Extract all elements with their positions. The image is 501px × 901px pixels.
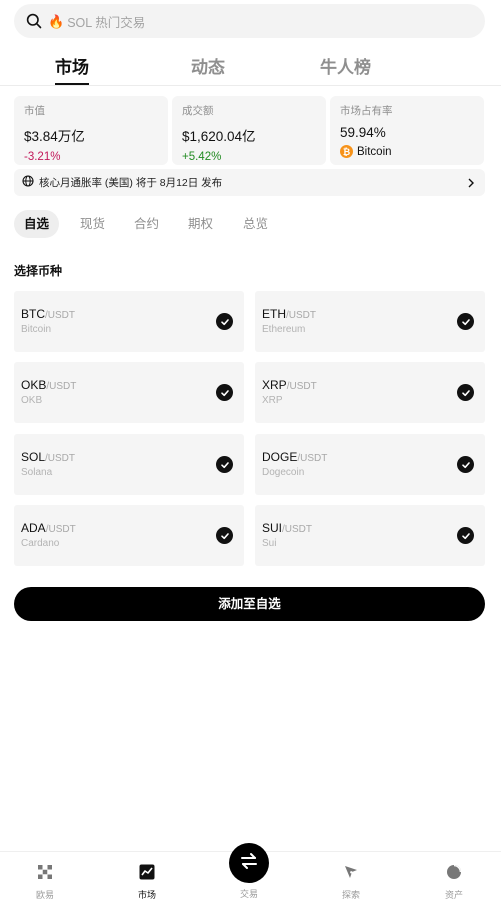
coin-pair: ETH/USDT (262, 307, 316, 321)
coin-name: Dogecoin (262, 467, 305, 478)
nav-item-assets[interactable]: 资产 (424, 852, 484, 901)
stat-change: +5.42% (182, 151, 222, 163)
nav-item-market[interactable]: 市场 (117, 852, 177, 901)
tab-leaderboard[interactable]: 牛人榜 (320, 53, 371, 78)
coin-card-sol[interactable]: SOL/USDT Solana (14, 434, 244, 495)
fire-icon: 🔥 (48, 13, 65, 29)
stat-label: 市值 (24, 105, 45, 117)
nav-item-okx[interactable]: 欧易 (15, 852, 75, 901)
okx-logo-icon (37, 864, 53, 880)
subtab-futures[interactable]: 合约 (134, 210, 159, 238)
check-icon[interactable] (457, 313, 474, 330)
nav-label: 资产 (444, 890, 463, 900)
coin-name: Ethereum (262, 324, 306, 335)
swap-icon (239, 851, 259, 876)
check-icon[interactable] (457, 456, 474, 473)
stat-card-volume[interactable]: 成交额 $1,620.04亿 +5.42% (172, 96, 326, 165)
stat-value: $3.84万亿 (24, 129, 85, 144)
notice-bar[interactable]: 核心月通胀率 (美国) 将于 8月12日 发布 (14, 169, 485, 196)
stat-value: 59.94% (340, 125, 386, 140)
search-bar[interactable]: 🔥 SOL 热门交易 (14, 4, 485, 38)
trade-button[interactable] (229, 843, 269, 883)
coin-name: Cardano (21, 538, 60, 549)
coin-name: Bitcoin (21, 324, 52, 335)
coin-card-ada[interactable]: ADA/USDT Cardano (14, 505, 244, 566)
search-icon (26, 13, 42, 29)
globe-icon (22, 174, 34, 192)
coin-card-okb[interactable]: OKB/USDT OKB (14, 362, 244, 423)
notice-text: 核心月通胀率 (美国) 将于 8月12日 发布 (39, 177, 223, 189)
subtab-options[interactable]: 期权 (188, 210, 213, 238)
stat-label: 市场占有率 (340, 105, 393, 117)
coin-pair: DOGE/USDT (262, 450, 328, 464)
coin-name: OKB (21, 395, 43, 406)
nav-item-explore[interactable]: 探索 (321, 852, 381, 901)
stat-label: 成交额 (182, 105, 214, 117)
stat-card-market-cap[interactable]: 市值 $3.84万亿 -3.21% (14, 96, 168, 165)
check-icon[interactable] (216, 384, 233, 401)
coin-card-btc[interactable]: BTC/USDT Bitcoin (14, 291, 244, 352)
coin-pair: ADA/USDT (21, 521, 76, 535)
coin-pair: BTC/USDT (21, 307, 75, 321)
pie-chart-icon (446, 864, 462, 880)
check-icon[interactable] (457, 527, 474, 544)
nav-label-trade: 交易 (239, 889, 258, 899)
nav-label: 市场 (137, 890, 156, 900)
nav-label: 探索 (341, 890, 360, 900)
dominance-coin: ₿ Bitcoin (340, 145, 484, 158)
active-tab-indicator (55, 83, 89, 85)
chevron-right-icon (467, 176, 475, 194)
subtab-spot[interactable]: 现货 (80, 210, 105, 238)
coin-name: Sui (262, 538, 277, 549)
coin-pair: SUI/USDT (262, 521, 313, 535)
add-to-favorites-button[interactable]: 添加至自选 (14, 587, 485, 621)
section-title: 选择币种 (14, 264, 63, 278)
bitcoin-icon: ₿ (340, 145, 353, 158)
main-tabs: 市场 动态 牛人榜 (0, 46, 501, 86)
chart-icon (139, 864, 155, 880)
subtab-overview[interactable]: 总览 (243, 210, 268, 238)
coin-pair: OKB/USDT (21, 378, 77, 392)
subtab-favorites[interactable]: 自选 (14, 210, 59, 238)
check-icon[interactable] (457, 384, 474, 401)
nav-label: 欧易 (35, 890, 54, 900)
tab-market[interactable]: 市场 (55, 53, 89, 78)
check-icon[interactable] (216, 313, 233, 330)
coin-name: XRP (262, 395, 283, 406)
check-icon[interactable] (216, 456, 233, 473)
search-placeholder: SOL 热门交易 (67, 15, 146, 30)
stat-change: -3.21% (24, 151, 61, 163)
coin-pair: SOL/USDT (21, 450, 76, 464)
dominance-coin-name: Bitcoin (357, 145, 392, 158)
stat-card-dominance[interactable]: 市场占有率 59.94% ₿ Bitcoin (330, 96, 484, 165)
check-icon[interactable] (216, 527, 233, 544)
coin-name: Solana (21, 467, 53, 478)
compass-icon (343, 864, 359, 880)
coin-card-sui[interactable]: SUI/USDT Sui (255, 505, 485, 566)
coin-card-eth[interactable]: ETH/USDT Ethereum (255, 291, 485, 352)
coin-card-xrp[interactable]: XRP/USDT XRP (255, 362, 485, 423)
coin-card-doge[interactable]: DOGE/USDT Dogecoin (255, 434, 485, 495)
coin-pair: XRP/USDT (262, 378, 317, 392)
tab-feed[interactable]: 动态 (191, 53, 225, 78)
stat-value: $1,620.04亿 (182, 129, 256, 144)
